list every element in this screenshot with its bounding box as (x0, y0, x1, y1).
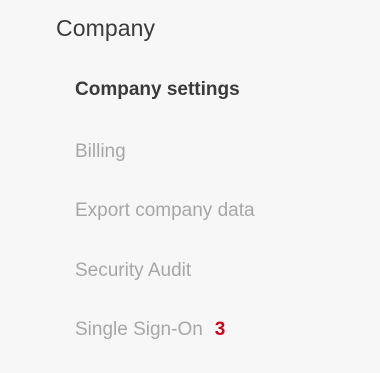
nav-item-label: Security Audit (75, 260, 192, 281)
nav-item-billing[interactable]: Billing (75, 140, 126, 164)
nav-item-security-audit[interactable]: Security Audit (75, 259, 191, 283)
nav-item-label: Single Sign-On (75, 319, 203, 340)
nav-item-label: Export company data (75, 200, 255, 221)
nav-item-single-sign-on[interactable]: Single Sign-On 3 (75, 318, 225, 342)
nav-item-label: Billing (75, 141, 126, 162)
section-title-company: Company (56, 15, 156, 41)
company-settings-nav: Company Company settings Billing Export … (0, 0, 380, 373)
count-badge: 3 (214, 319, 226, 340)
nav-item-label: Company settings (75, 79, 240, 100)
nav-item-company-settings[interactable]: Company settings (75, 78, 240, 102)
nav-item-export-company-data[interactable]: Export company data (75, 199, 255, 223)
